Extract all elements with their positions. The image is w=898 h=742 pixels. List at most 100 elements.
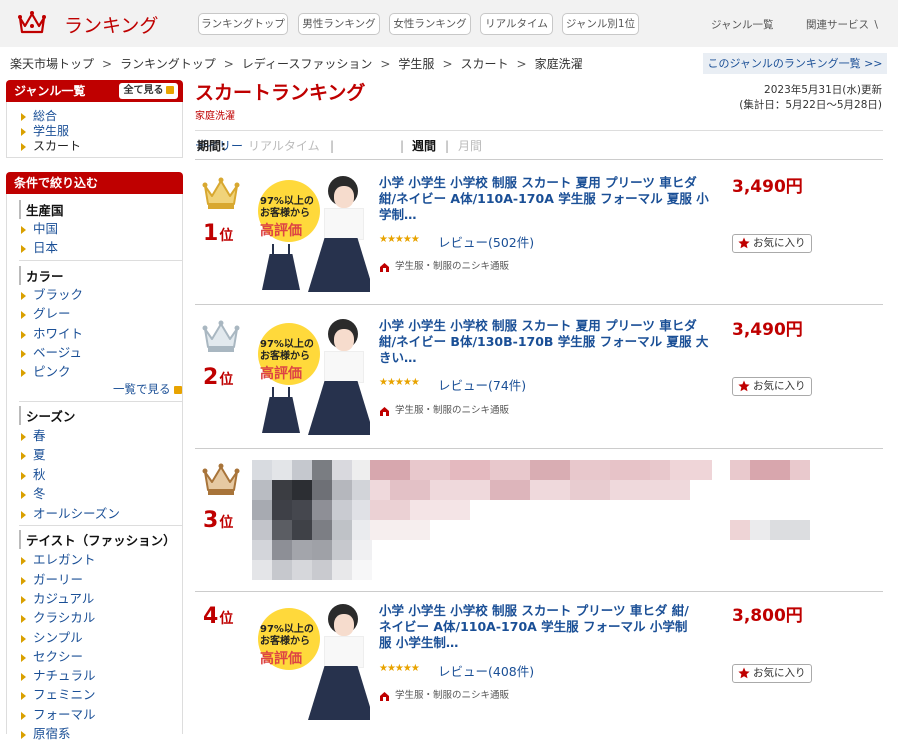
shop-name: 学生服・制服のニシキ通販 [395, 405, 510, 416]
nav-ranking-top[interactable]: ランキングトップ [198, 13, 288, 35]
badge-text: 高評価 [260, 223, 302, 239]
model-shirt [324, 636, 364, 668]
triangle-icon [21, 634, 26, 643]
filter-harajuku[interactable]: 原宿系 [21, 723, 71, 742]
crumb-rakuten-top[interactable]: 楽天市場トップ [10, 57, 94, 71]
triangle-icon [21, 672, 26, 681]
show-all-button[interactable]: 全て見る [119, 83, 178, 99]
genre-list-header: ジャンル一覧 全て見る [6, 80, 183, 102]
favorite-button[interactable]: お気に入り [732, 377, 812, 396]
filter-group-color: カラー [19, 266, 64, 285]
model-face [334, 186, 354, 208]
filter-elegant[interactable]: エレガント [21, 549, 96, 568]
filter-classical[interactable]: クラシカル [21, 607, 95, 626]
filter-group-taste: テイスト（ファッション） [19, 530, 176, 549]
genre-list-title: ジャンル一覧 [14, 84, 86, 98]
crumb-skirt[interactable]: スカート [461, 57, 509, 71]
filter-label: シンプル [33, 630, 83, 645]
triangle-icon [21, 490, 26, 499]
triangle-icon [21, 576, 26, 585]
review-link[interactable]: レビュー(502件) [438, 232, 534, 251]
product-thumbnail[interactable]: 97%以上の お客様から 高評価 [252, 604, 370, 722]
rank-value: 1 [203, 221, 219, 246]
filter-japan[interactable]: 日本 [21, 237, 58, 256]
triangle-icon [21, 330, 26, 339]
shop-icon [379, 691, 390, 701]
triangle-icon [21, 432, 26, 441]
filter-group-country: 生産国 [19, 200, 64, 219]
period-tabs: 期間: リアルタイム | デイリー | 週間 | 月間 [195, 130, 883, 160]
color-see-list-link[interactable]: 一覧で見る [113, 381, 182, 397]
tab-separator: | [400, 139, 405, 153]
filter-china[interactable]: 中国 [21, 218, 58, 237]
crumb-ranking-top[interactable]: ランキングトップ [120, 57, 216, 71]
model-shirt [324, 208, 364, 240]
filter-title: 条件で絞り込む [14, 176, 99, 190]
review-link[interactable]: レビュー(74件) [438, 375, 526, 394]
filter-pink[interactable]: ピンク [21, 361, 71, 380]
filter-beige[interactable]: ベージュ [21, 342, 82, 361]
product-title[interactable]: 小学 小学生 小学校 制服 スカート 夏用 プリーツ 車ヒダ 紺/ネイビー A体… [379, 175, 709, 223]
nav-realtime[interactable]: リアルタイム [480, 13, 553, 35]
filter-natural[interactable]: ナチュラル [21, 665, 96, 684]
crumb-ladies-fashion[interactable]: レディースファッション [242, 57, 373, 71]
crown-logo-icon[interactable] [17, 10, 47, 36]
filter-formal[interactable]: フォーマル [21, 704, 96, 723]
filter-label: 中国 [33, 221, 59, 236]
rank-number: 3位 [203, 508, 233, 533]
shop-link[interactable]: 学生服・制服のニシキ通販 [379, 402, 509, 416]
filter-gray[interactable]: グレー [21, 303, 71, 322]
favorite-button[interactable]: お気に入り [732, 234, 812, 253]
skirt-sample [262, 254, 300, 290]
filter-black[interactable]: ブラック [21, 284, 83, 303]
product-price: 3,490円 [732, 177, 803, 197]
filter-winter[interactable]: 冬 [21, 483, 46, 502]
row-divider [195, 591, 883, 592]
filter-all-season[interactable]: オールシーズン [21, 503, 120, 522]
model-face [334, 614, 354, 636]
related-services-link[interactable]: 関連サービス ∖ [806, 17, 879, 32]
star-icon [738, 380, 750, 392]
filter-summer[interactable]: 夏 [21, 444, 46, 463]
pixelated-price-area [730, 460, 810, 540]
shop-link[interactable]: 学生服・制服のニシキ通販 [379, 258, 509, 272]
genre-ranking-list-button[interactable]: このジャンルのランキング一覧 >> [703, 53, 887, 74]
arrow-icon [173, 385, 182, 394]
row-divider [195, 304, 883, 305]
favorite-button[interactable]: お気に入り [732, 664, 812, 683]
product-title[interactable]: 小学 小学生 小学校 制服 スカート プリーツ 車ヒダ 紺/ネイビー A体/11… [379, 603, 699, 651]
rank-value: 2 [203, 365, 219, 390]
filter-label: ホワイト [33, 326, 84, 341]
triangle-icon [21, 310, 26, 319]
rank-suffix: 位 [219, 611, 234, 627]
logo-text[interactable]: ランキング [64, 11, 158, 38]
update-info: 2023年5月31日(水)更新 (集計日：5月22日～5月28日) [739, 83, 882, 113]
nav-male-ranking[interactable]: 男性ランキング [298, 13, 380, 35]
product-thumbnail[interactable]: 97%以上の お客様から 高評価 [252, 319, 370, 437]
genre-list-box: 総合 学生服 スカート [6, 102, 183, 158]
rating-stars: ★★★★★ [379, 377, 420, 388]
shop-link[interactable]: 学生服・制服のニシキ通販 [379, 687, 509, 701]
nav-genre-first[interactable]: ジャンル別1位 [562, 13, 639, 35]
filter-spring[interactable]: 春 [21, 425, 46, 444]
triangle-icon [21, 225, 26, 234]
filter-autumn[interactable]: 秋 [21, 464, 46, 483]
product-title[interactable]: 小学 小学生 小学校 制服 スカート 夏用 プリーツ 車ヒダ 紺/ネイビー B体… [379, 318, 709, 366]
triangle-icon [21, 244, 26, 253]
crumb-school-uniform[interactable]: 学生服 [398, 57, 434, 71]
filter-white[interactable]: ホワイト [21, 323, 83, 342]
tab-weekly[interactable]: 週間 [412, 131, 436, 161]
filter-label: フォーマル [33, 707, 96, 722]
filter-casual[interactable]: カジュアル [21, 588, 94, 607]
triangle-icon [21, 451, 26, 460]
nav-female-ranking[interactable]: 女性ランキング [389, 13, 471, 35]
genre-list-link[interactable]: ジャンル一覧 [711, 17, 773, 32]
review-link[interactable]: レビュー(408件) [438, 661, 534, 680]
filter-girly[interactable]: ガーリー [21, 569, 83, 588]
product-thumbnail[interactable]: 97%以上の お客様から 高評価 [252, 176, 370, 294]
triangle-icon [21, 112, 26, 121]
filter-sexy[interactable]: セクシー [21, 646, 83, 665]
filter-feminine[interactable]: フェミニン [21, 684, 96, 703]
shop-name: 学生服・制服のニシキ通販 [395, 261, 510, 272]
filter-simple[interactable]: シンプル [21, 627, 83, 646]
